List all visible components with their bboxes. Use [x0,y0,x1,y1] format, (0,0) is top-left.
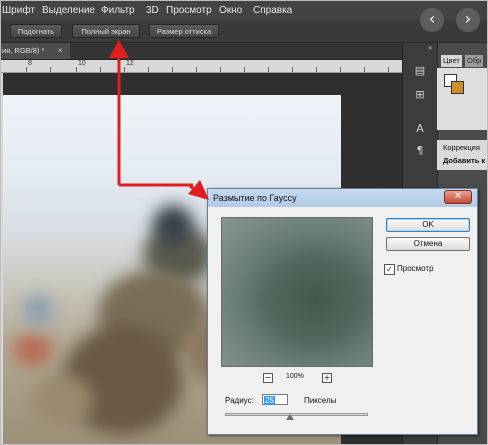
photoshop-window: Шрифт Выделение Фильтр 3D Просмотр Окно … [0,0,488,445]
screenshot-border [0,0,488,445]
